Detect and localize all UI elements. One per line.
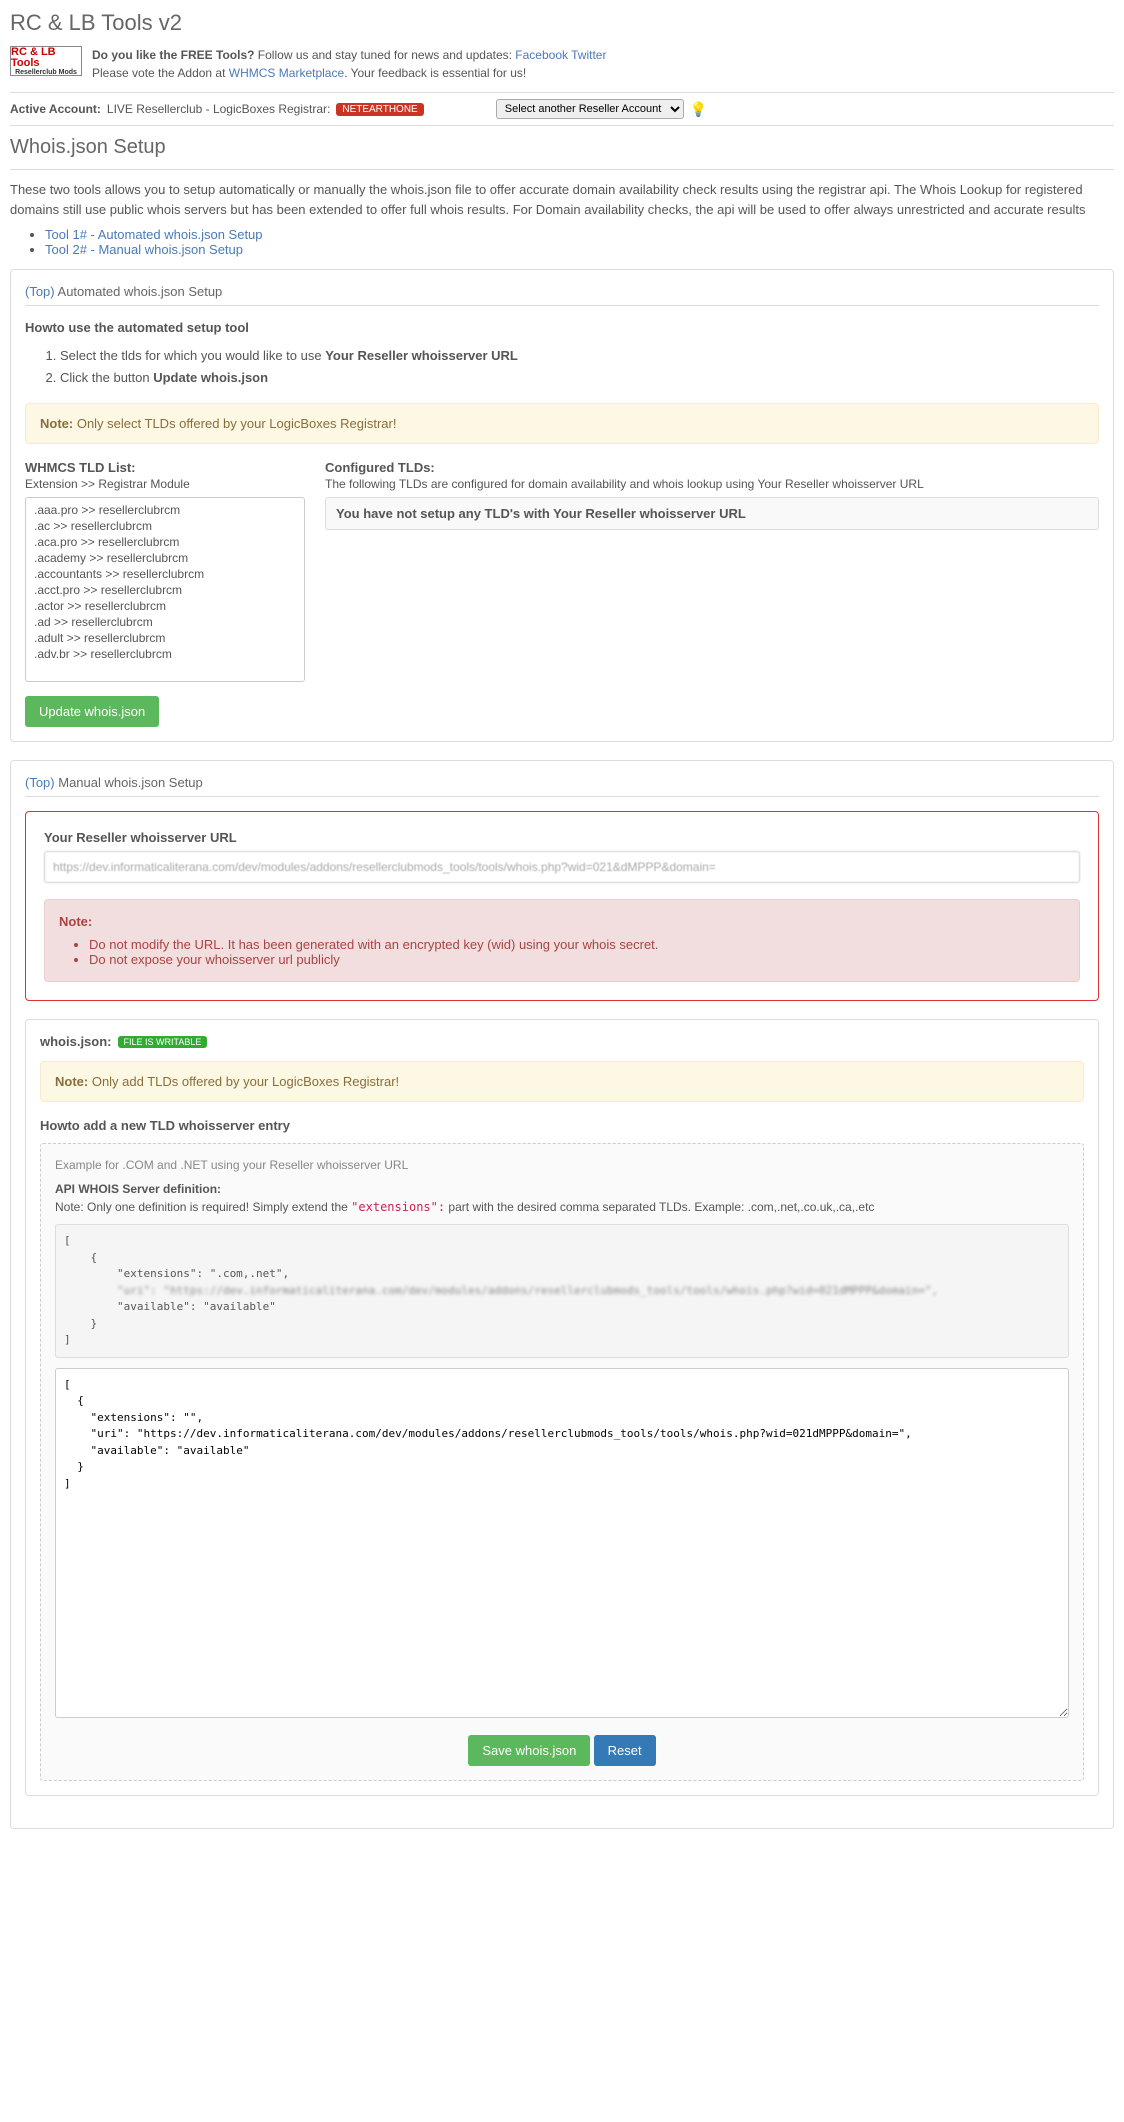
note-box-2: Note: Only add TLDs offered by your Logi… (40, 1061, 1084, 1102)
account-bar: Active Account: LIVE Resellerclub - Logi… (10, 92, 1114, 126)
tld-option[interactable]: .ad >> resellerclubrcm (30, 614, 300, 630)
automated-panel: (Top) Automated whois.json Setup Howto u… (10, 269, 1114, 742)
tool-links: Tool 1# - Automated whois.json Setup Too… (10, 227, 1114, 257)
save-whois-button[interactable]: Save whois.json (468, 1735, 590, 1766)
update-whois-button[interactable]: Update whois.json (25, 696, 159, 727)
code-example: [ { "extensions": ".com,.net", "uri": "h… (55, 1224, 1069, 1358)
tld-list-column: WHMCS TLD List: Extension >> Registrar M… (25, 460, 305, 682)
top-link[interactable]: (Top) (25, 284, 55, 299)
whoisjson-textarea[interactable] (55, 1368, 1069, 1718)
url-label: Your Reseller whoisserver URL (44, 830, 1080, 845)
page-title: RC & LB Tools v2 (10, 10, 1114, 36)
file-writable-badge: FILE IS WRITABLE (118, 1036, 208, 1048)
section-heading: Whois.json Setup (10, 136, 1114, 159)
note-box: Note: Only select TLDs offered by your L… (25, 403, 1099, 444)
whoisserver-url-input[interactable] (44, 851, 1080, 883)
example-box: Example for .COM and .NET using your Res… (40, 1143, 1084, 1781)
intro-text: These two tools allows you to setup auto… (10, 180, 1114, 219)
account-select[interactable]: Select another Reseller Account (496, 99, 684, 119)
whoisserver-url-box: Your Reseller whoisserver URL Note: Do n… (25, 811, 1099, 1001)
account-badge: NETEARTHONE (336, 103, 423, 116)
configured-msg: You have not setup any TLD's with Your R… (325, 497, 1099, 530)
tld-option[interactable]: .aaa.pro >> resellerclubrcm (30, 502, 300, 518)
tld-listbox[interactable]: .aaa.pro >> resellerclubrcm.ac >> resell… (25, 497, 305, 682)
file-label: whois.json: (40, 1034, 112, 1049)
manual-header: (Top) Manual whois.json Setup (25, 775, 1099, 797)
tld-option[interactable]: .adult >> resellerclubrcm (30, 630, 300, 646)
marketplace-link[interactable]: WHMCS Marketplace (229, 66, 344, 80)
tld-option[interactable]: .adv.br >> resellerclubrcm (30, 646, 300, 662)
add-tld-title: Howto add a new TLD whoisserver entry (40, 1118, 1084, 1133)
header-row: RC & LB Tools Resellerclub Mods Do you l… (10, 46, 1114, 82)
whoisjson-box: whois.json: FILE IS WRITABLE Note: Only … (25, 1019, 1099, 1796)
tld-option[interactable]: .acct.pro >> resellerclubrcm (30, 582, 300, 598)
tld-option[interactable]: .ac >> resellerclubrcm (30, 518, 300, 534)
tool2-link[interactable]: Tool 2# - Manual whois.json Setup (45, 242, 243, 257)
configured-column: Configured TLDs: The following TLDs are … (325, 460, 1099, 682)
tld-option[interactable]: .accountants >> resellerclubrcm (30, 566, 300, 582)
top-link-2[interactable]: (Top) (25, 775, 55, 790)
manual-panel: (Top) Manual whois.json Setup Your Resel… (10, 760, 1114, 1829)
red-note: Note: Do not modify the URL. It has been… (44, 899, 1080, 982)
tld-option[interactable]: .actor >> resellerclubrcm (30, 598, 300, 614)
tool1-link[interactable]: Tool 1# - Automated whois.json Setup (45, 227, 263, 242)
logo: RC & LB Tools Resellerclub Mods (10, 46, 82, 76)
header-text: Do you like the FREE Tools? Follow us an… (92, 46, 606, 82)
bulb-icon[interactable]: 💡 (690, 101, 707, 118)
twitter-link[interactable]: Twitter (571, 48, 606, 62)
reset-button[interactable]: Reset (594, 1735, 656, 1766)
howto-title: Howto use the automated setup tool (25, 320, 1099, 335)
tld-option[interactable]: .aca.pro >> resellerclubrcm (30, 534, 300, 550)
tld-option[interactable]: .academy >> resellerclubrcm (30, 550, 300, 566)
howto-steps: Select the tlds for which you would like… (25, 345, 1099, 389)
automated-header: (Top) Automated whois.json Setup (25, 284, 1099, 306)
facebook-link[interactable]: Facebook (515, 48, 568, 62)
